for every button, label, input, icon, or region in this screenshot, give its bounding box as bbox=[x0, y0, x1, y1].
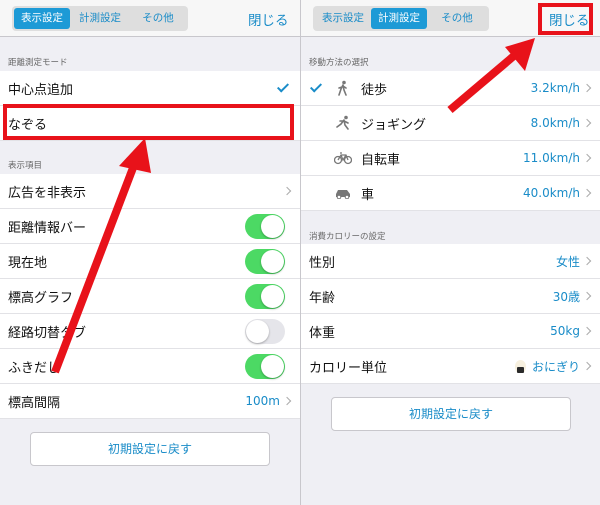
arrowhead-left bbox=[119, 138, 151, 173]
arrow-line-left bbox=[51, 158, 140, 374]
annotation-arrows bbox=[51, 38, 535, 374]
arrow-line-right bbox=[447, 51, 518, 114]
